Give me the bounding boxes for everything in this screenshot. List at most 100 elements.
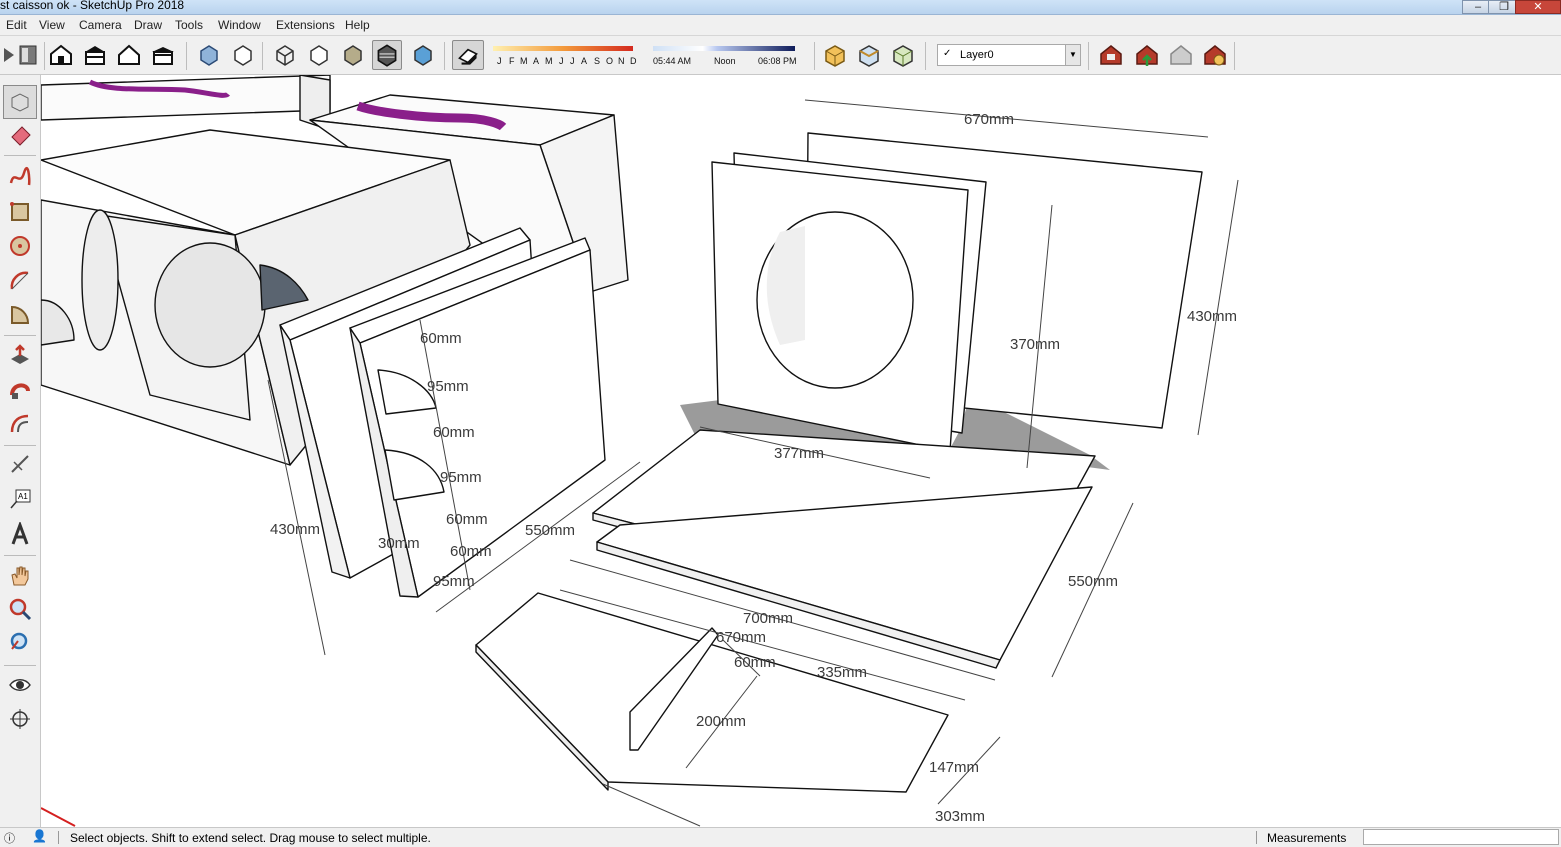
model-viewport[interactable]: 670mm 430mm 370mm 377mm 550mm 700mm 670m… <box>41 75 1561 827</box>
follow-me-icon[interactable] <box>8 377 32 401</box>
right-view-icon[interactable] <box>150 42 176 68</box>
tape-measure-icon[interactable] <box>8 452 32 476</box>
model-canvas[interactable]: 670mm 430mm 370mm 377mm 550mm 700mm 670m… <box>41 75 1561 827</box>
close-button[interactable]: ✕ <box>1515 0 1561 14</box>
dim-670-mid: 670mm <box>716 629 766 646</box>
text-icon[interactable]: A1 <box>8 487 32 511</box>
menu-extensions[interactable]: Extensions <box>276 18 335 32</box>
section-plane-icon[interactable] <box>822 42 848 68</box>
shaded-textures-icon <box>377 44 397 67</box>
wireframe-icon[interactable] <box>272 42 298 68</box>
month-label: M <box>545 56 553 66</box>
zoom-extents-icon[interactable] <box>8 631 32 655</box>
share-model-icon[interactable] <box>1134 42 1160 68</box>
book-icon[interactable] <box>16 42 42 68</box>
month-label: O <box>606 56 613 66</box>
dim-95-a: 95mm <box>427 378 469 395</box>
dim-335: 335mm <box>817 664 867 681</box>
pie-icon[interactable] <box>8 303 32 327</box>
shadows-toggle-button[interactable] <box>452 40 484 70</box>
shadow-settings-strip[interactable]: J F M A M J J A S O N D 05:44 AM Noon 06… <box>488 41 808 71</box>
push-pull-icon[interactable] <box>8 343 32 367</box>
cube-select-icon <box>11 93 29 112</box>
select-tool-button[interactable] <box>3 85 37 119</box>
measurements-input[interactable] <box>1363 829 1559 845</box>
dim-377: 377mm <box>774 445 824 462</box>
arc-icon[interactable] <box>8 269 32 293</box>
share-component-icon[interactable] <box>1168 42 1194 68</box>
chevron-down-icon[interactable]: ▼ <box>1065 45 1080 65</box>
menu-edit[interactable]: Edit <box>6 18 27 32</box>
window-title: st caisson ok - SketchUp Pro 2018 <box>0 0 185 12</box>
dim-550-left: 550mm <box>525 522 575 539</box>
hidden-line-icon[interactable] <box>306 42 332 68</box>
menu-tools[interactable]: Tools <box>175 18 203 32</box>
dim-60-c: 60mm <box>446 511 488 528</box>
front-view-icon[interactable] <box>116 42 142 68</box>
top-view-icon[interactable] <box>82 42 108 68</box>
xray-icon[interactable] <box>196 42 222 68</box>
user-icon[interactable]: 👤 <box>32 829 47 843</box>
eraser-icon[interactable] <box>8 123 32 147</box>
dim-line-303 <box>602 783 701 827</box>
month-slider[interactable] <box>493 46 633 51</box>
dim-370: 370mm <box>1010 336 1060 353</box>
dim-670-top: 670mm <box>964 111 1014 128</box>
red-axis <box>41 807 76 827</box>
month-label: N <box>618 56 625 66</box>
section-cuts-icon[interactable] <box>890 42 916 68</box>
back-box-top-left[interactable] <box>41 75 331 121</box>
3d-text-icon[interactable] <box>8 522 32 546</box>
month-label: A <box>581 56 587 66</box>
position-camera-icon[interactable] <box>8 707 32 731</box>
freehand-icon[interactable] <box>8 165 32 189</box>
menu-window[interactable]: Window <box>218 18 261 32</box>
extension-warehouse-icon[interactable] <box>1202 42 1228 68</box>
circle-icon[interactable] <box>8 234 32 258</box>
dim-303: 303mm <box>935 808 985 825</box>
dim-430-right: 430mm <box>1187 308 1237 325</box>
info-icon[interactable]: ⓘ <box>4 830 15 846</box>
main-box-side-hole <box>81 209 119 351</box>
time-start-label: 05:44 AM <box>653 56 691 66</box>
title-bar: st caisson ok - SketchUp Pro 2018 – ❐ ✕ <box>0 0 1561 15</box>
dim-60-d: 60mm <box>450 543 492 560</box>
shaded-icon[interactable] <box>340 42 366 68</box>
monochrome-icon[interactable] <box>410 42 436 68</box>
status-message: Select objects. Shift to extend select. … <box>70 831 431 845</box>
time-slider[interactable] <box>653 46 795 51</box>
look-around-icon[interactable] <box>8 673 32 697</box>
dim-550-right: 550mm <box>1068 573 1118 590</box>
warehouse-icon[interactable] <box>1098 42 1124 68</box>
offset-icon[interactable] <box>8 412 32 436</box>
zoom-icon[interactable] <box>8 597 32 621</box>
section-fill-icon[interactable] <box>856 42 882 68</box>
back-edges-icon[interactable] <box>230 42 256 68</box>
month-label: J <box>559 56 564 66</box>
rectangle-icon[interactable] <box>8 200 32 224</box>
status-bar: ⓘ 👤 Select objects. Shift to extend sele… <box>0 827 1561 847</box>
layer-name: Layer0 <box>960 49 994 61</box>
shaded-textures-button[interactable] <box>372 40 402 70</box>
dim-30: 30mm <box>378 535 420 552</box>
layer-select[interactable]: ✓ Layer0 ▼ <box>937 44 1081 66</box>
time-mid-label: Noon <box>714 56 736 66</box>
dim-200: 200mm <box>696 713 746 730</box>
layer-check-icon: ✓ <box>943 48 952 59</box>
month-label: S <box>594 56 600 66</box>
month-label: M <box>520 56 528 66</box>
menu-draw[interactable]: Draw <box>134 18 162 32</box>
iso-view-icon[interactable] <box>48 42 74 68</box>
dim-60-a: 60mm <box>420 330 462 347</box>
time-end-label: 06:08 PM <box>758 56 797 66</box>
main-box-port-hole <box>154 242 266 368</box>
dim-60-b: 60mm <box>433 424 475 441</box>
pan-hand-icon[interactable] <box>8 563 32 587</box>
svg-text:A1: A1 <box>18 492 28 501</box>
menu-camera[interactable]: Camera <box>79 18 122 32</box>
month-label: J <box>497 56 502 66</box>
menu-view[interactable]: View <box>39 18 65 32</box>
dim-147: 147mm <box>929 759 979 776</box>
dim-60-bottom: 60mm <box>734 654 776 671</box>
menu-help[interactable]: Help <box>345 18 370 32</box>
